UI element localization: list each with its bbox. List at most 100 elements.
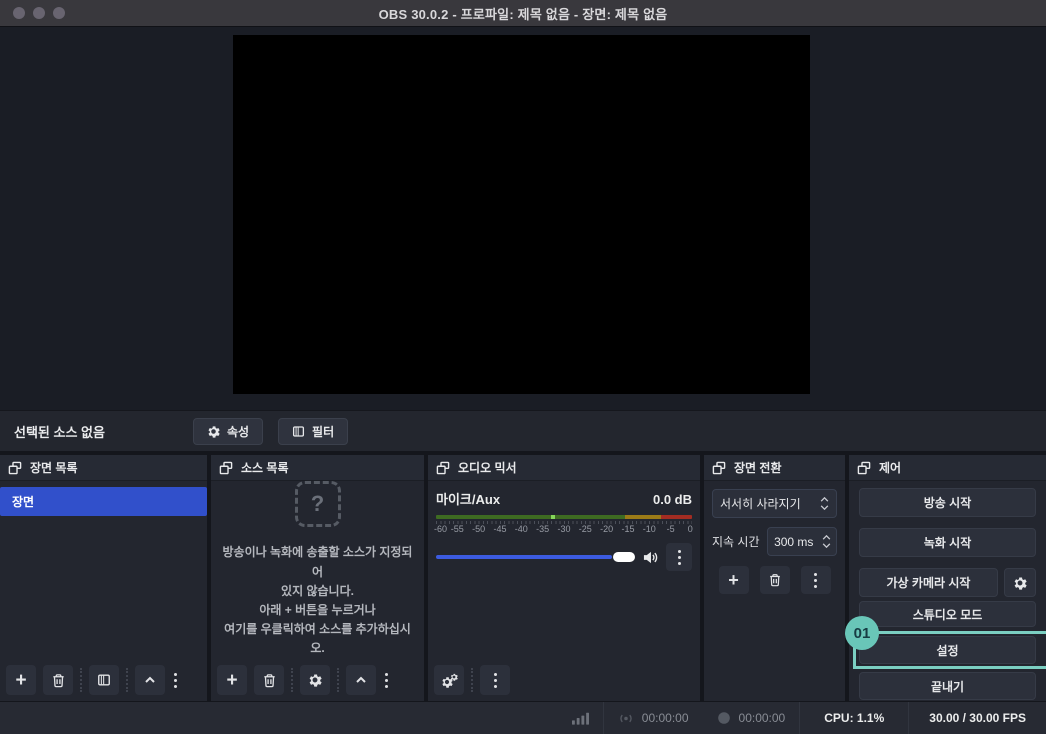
properties-button-label: 속성 [226, 424, 250, 439]
double-gear-icon [441, 673, 458, 688]
settings-button[interactable]: 설정 [859, 636, 1036, 664]
kebab-menu-icon [493, 672, 497, 688]
record-timer: 00:00:00 [703, 702, 800, 734]
speaker-icon[interactable] [642, 550, 659, 565]
record-icon [717, 711, 731, 725]
stream-timer: 00:00:00 [604, 702, 703, 734]
duration-spinbox[interactable]: 300 ms [766, 527, 837, 556]
scenes-dock-header[interactable]: 장면 목록 [0, 455, 207, 481]
controls-dock: 제어 방송 시작 녹화 시작 가상 카메라 시작 스튜디오 모드 설정 01 끝… [845, 455, 1046, 701]
add-transition-button[interactable]: + [718, 566, 749, 594]
transition-select[interactable]: 서서히 사라지기 [712, 489, 837, 518]
sources-dock-title: 소스 목록 [241, 461, 289, 475]
trash-icon [768, 573, 782, 587]
properties-button[interactable]: 속성 [192, 417, 264, 445]
remove-source-button[interactable] [254, 665, 284, 695]
program-canvas[interactable] [233, 35, 810, 394]
filters-button-label: 필터 [312, 424, 335, 439]
stream-time-value: 00:00:00 [641, 711, 689, 725]
status-bar: 00:00:00 00:00:00 CPU: 1.1% 30.00 / 30.0… [0, 701, 1046, 734]
plus-icon: + [15, 669, 27, 691]
trash-icon [51, 673, 66, 688]
mixer-dock-title: 오디오 믹서 [458, 461, 517, 475]
filters-button[interactable]: 필터 [278, 417, 349, 445]
kebab-menu-icon[interactable] [174, 672, 177, 688]
scene-list-item[interactable]: 장면 [0, 487, 207, 516]
mixer-menu-button[interactable] [480, 665, 510, 695]
settings-annotation-wrap: 설정 01 [845, 616, 1046, 669]
volume-slider-handle[interactable] [613, 552, 635, 562]
close-window-icon[interactable] [13, 7, 25, 19]
source-list[interactable]: ? 방송이나 녹화에 송출할 소스가 지정되어 있지 않습니다. 아래 + 버튼… [211, 481, 424, 659]
sources-empty-state: ? 방송이나 녹화에 송출할 소스가 지정되어 있지 않습니다. 아래 + 버튼… [211, 481, 424, 659]
volume-slider[interactable] [436, 551, 635, 563]
transition-properties-button[interactable] [800, 566, 831, 594]
transitions-dock-title: 장면 전환 [734, 461, 782, 475]
plus-icon: + [728, 570, 739, 590]
meter-scale: -60 -55 -50 -45 -40 -35 -30 -25 -20 -15 … [434, 521, 693, 534]
sources-empty-text: 방송이나 녹화에 송출할 소스가 지정되어 있지 않습니다. 아래 + 버튼을 … [222, 545, 413, 656]
mixer-channel: 마이크/Aux 0.0 dB -60 -55 -50 -45 -40 -35 - [428, 481, 700, 659]
controls-dock-header[interactable]: 제어 [849, 455, 1046, 481]
spinner-arrows-icon[interactable] [820, 535, 836, 548]
volume-slider-track [436, 555, 612, 559]
window-title: OBS 30.0.2 - 프로파일: 제목 없음 - 장면: 제목 없음 [378, 6, 668, 22]
transition-select-value: 서서히 사라지기 [720, 497, 801, 511]
toolbar-separator [126, 668, 128, 692]
popout-icon [8, 461, 22, 475]
zoom-window-icon[interactable] [53, 7, 65, 19]
virtual-camera-row: 가상 카메라 시작 [859, 568, 1036, 597]
meter-green-zone [436, 515, 626, 519]
transitions-dock: 장면 전환 서서히 사라지기 지속 시간 300 ms + [704, 455, 845, 701]
kebab-menu-icon[interactable] [385, 672, 388, 688]
cpu-usage-value: CPU: 1.1% [824, 711, 885, 725]
sources-toolbar: + [211, 659, 424, 701]
start-recording-button[interactable]: 녹화 시작 [859, 528, 1036, 557]
advanced-audio-button[interactable] [434, 665, 464, 695]
toolbar-separator [80, 668, 82, 692]
signal-bars-icon [571, 711, 589, 725]
mixer-dock-header[interactable]: 오디오 믹서 [428, 455, 700, 481]
add-source-button[interactable]: + [217, 665, 247, 695]
start-virtual-camera-button[interactable]: 가상 카메라 시작 [859, 568, 998, 597]
audio-level-db: 0.0 dB [652, 492, 692, 507]
trash-icon [262, 673, 277, 688]
audio-channel-name: 마이크/Aux [436, 492, 501, 507]
filter-icon [97, 673, 111, 687]
scenes-dock-title: 장면 목록 [30, 461, 78, 475]
source-context-toolbar: 선택된 소스 없음 속성 필터 [0, 410, 1046, 451]
source-properties-button[interactable] [300, 665, 330, 695]
kebab-menu-icon [677, 549, 681, 565]
record-time-value: 00:00:00 [738, 711, 786, 725]
scenes-toolbar: + [0, 659, 207, 701]
toolbar-separator [291, 668, 293, 692]
duration-label: 지속 시간 [712, 535, 760, 549]
docks: 장면 목록 장면 + 소스 목록 ? 방송이나 녹화에 송출할 소스가 지정되어… [0, 451, 1046, 701]
toolbar-separator [471, 668, 473, 692]
no-source-label: 선택된 소스 없음 [14, 424, 105, 440]
gear-icon [308, 673, 322, 687]
title-bar: OBS 30.0.2 - 프로파일: 제목 없음 - 장면: 제목 없음 [0, 0, 1046, 27]
move-scene-up-button[interactable] [135, 665, 165, 695]
question-box-icon: ? [294, 481, 341, 528]
select-arrows-icon [820, 497, 829, 510]
virtual-camera-settings-button[interactable] [1004, 568, 1036, 597]
exit-button[interactable]: 끝내기 [859, 672, 1036, 700]
studio-mode-button[interactable]: 스튜디오 모드 [859, 601, 1036, 627]
start-streaming-button[interactable]: 방송 시작 [859, 488, 1036, 517]
preview-area [0, 27, 1046, 410]
remove-transition-button[interactable] [759, 566, 790, 594]
sources-dock-header[interactable]: 소스 목록 [211, 455, 424, 481]
bitrate-status [558, 702, 603, 734]
transitions-dock-header[interactable]: 장면 전환 [704, 455, 845, 481]
minimize-window-icon[interactable] [33, 7, 45, 19]
scene-list: 장면 [0, 481, 207, 659]
filter-icon [292, 425, 305, 438]
add-scene-button[interactable]: + [6, 665, 36, 695]
meter-yellow-zone [625, 515, 662, 519]
move-source-up-button[interactable] [346, 665, 376, 695]
scene-filters-button[interactable] [89, 665, 119, 695]
remove-scene-button[interactable] [43, 665, 73, 695]
meter-peak-indicator [551, 515, 556, 519]
channel-options-button[interactable] [666, 543, 692, 571]
